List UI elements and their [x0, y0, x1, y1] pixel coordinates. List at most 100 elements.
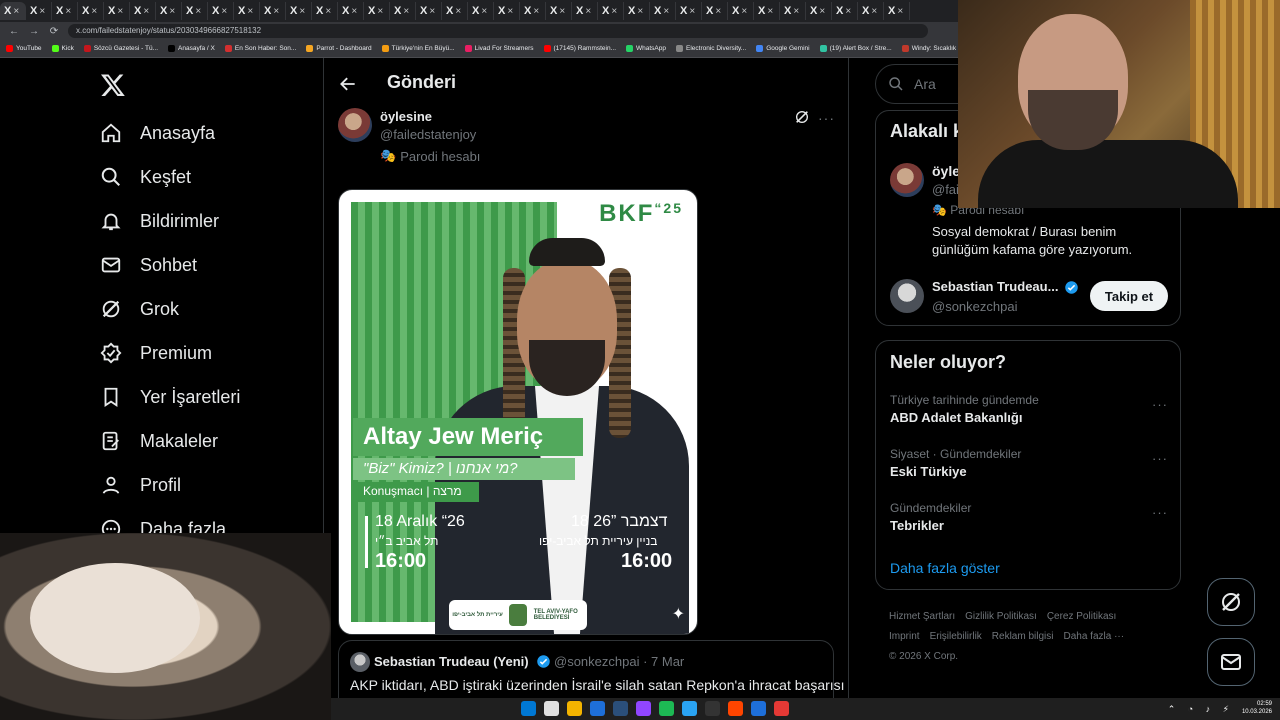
close-tab-icon[interactable]: × [247, 6, 253, 17]
close-tab-icon[interactable]: × [767, 6, 773, 17]
bookmark-item[interactable]: WhatsApp [626, 45, 666, 52]
browser-tab[interactable]: X × [546, 2, 572, 20]
author-name[interactable]: öylesine [380, 109, 432, 124]
footer-link[interactable]: Reklam bilgisi [992, 631, 1054, 642]
close-tab-icon[interactable]: × [819, 6, 825, 17]
follow-button[interactable]: Takip et [1090, 281, 1168, 311]
browser-tab[interactable]: X × [806, 2, 832, 20]
footer-link[interactable]: Imprint [889, 631, 920, 642]
related-avatar[interactable] [890, 163, 924, 197]
close-tab-icon[interactable]: × [143, 6, 149, 17]
more-options-icon[interactable]: ··· [1152, 505, 1168, 520]
taskbar-app-icon[interactable] [728, 701, 743, 716]
taskbar-app-icon[interactable] [705, 701, 720, 716]
browser-tab[interactable]: X × [130, 2, 156, 20]
back-arrow-icon[interactable] [338, 74, 358, 94]
quote-author-handle[interactable]: @sonkezchpai · 7 Mar [554, 654, 684, 669]
browser-tab[interactable]: X × [676, 2, 702, 20]
browser-tab[interactable]: X × [572, 2, 598, 20]
quoted-post[interactable]: Sebastian Trudeau (Yeni) @sonkezchpai · … [338, 640, 845, 698]
browser-tab[interactable]: X × [156, 2, 182, 20]
footer-link[interactable]: Gizlilik Politikası [965, 611, 1037, 622]
taskbar-app-icon[interactable] [590, 701, 605, 716]
browser-tab[interactable]: X × [260, 2, 286, 20]
close-tab-icon[interactable]: × [793, 6, 799, 17]
browser-tab[interactable]: X × [78, 2, 104, 20]
url-field[interactable]: x.com/failedstatenjoy/status/20303496668… [68, 24, 928, 38]
close-tab-icon[interactable]: × [845, 6, 851, 17]
close-tab-icon[interactable]: × [533, 6, 539, 17]
close-tab-icon[interactable]: × [377, 6, 383, 17]
taskbar-app-icon[interactable] [544, 701, 559, 716]
x-logo-icon[interactable] [100, 72, 126, 98]
taskbar-app-icon[interactable] [567, 701, 582, 716]
bookmark-item[interactable]: Parrot - Dashboard [306, 45, 372, 52]
close-tab-icon[interactable]: × [429, 6, 435, 17]
close-tab-icon[interactable]: × [221, 6, 227, 17]
more-options-icon[interactable]: ··· [1152, 397, 1168, 412]
nav-item-bell[interactable]: Bildirimler [100, 206, 219, 236]
close-tab-icon[interactable]: × [663, 6, 669, 17]
browser-tab[interactable]: X × [234, 2, 260, 20]
browser-tab[interactable]: X × [598, 2, 624, 20]
close-tab-icon[interactable]: × [689, 6, 695, 17]
taskbar-clock[interactable]: 02:59 10.03.2026 [1242, 700, 1272, 716]
browser-tab[interactable]: X × [520, 2, 546, 20]
nav-item-article[interactable]: Makaleler [100, 426, 218, 456]
back-nav-icon[interactable]: ← [8, 26, 20, 37]
browser-tab[interactable]: X × [364, 2, 390, 20]
browser-tab[interactable]: X × [754, 2, 780, 20]
browser-tab[interactable]: X × [650, 2, 676, 20]
close-tab-icon[interactable]: × [13, 6, 19, 17]
nav-item-premium[interactable]: Premium [100, 338, 212, 368]
system-tray-icons[interactable]: ⌃ ◔ ♪ ⚡ [1168, 704, 1234, 715]
bookmark-item[interactable]: En Son Haber: Son... [224, 45, 296, 52]
nav-item-search[interactable]: Keşfet [100, 162, 191, 192]
close-tab-icon[interactable]: × [481, 6, 487, 17]
browser-tab[interactable]: X × [208, 2, 234, 20]
bookmark-item[interactable]: Livad For Streamers [464, 45, 534, 52]
bookmark-item[interactable]: (17145) Rammstein... [543, 45, 616, 52]
nav-item-profile[interactable]: Profil [100, 470, 181, 500]
taskbar-app-icon[interactable] [659, 701, 674, 716]
close-tab-icon[interactable]: × [507, 6, 513, 17]
bookmark-item[interactable]: Anasayfa / X [168, 45, 215, 52]
nav-item-grok[interactable]: Grok [100, 294, 179, 324]
close-tab-icon[interactable]: × [741, 6, 747, 17]
footer-link[interactable]: Daha fazla ··· [1063, 631, 1124, 642]
grok-fab-button[interactable] [1207, 578, 1255, 626]
bookmark-item[interactable]: Windy: Sıcaklık [901, 45, 956, 52]
browser-tab[interactable]: X × [182, 2, 208, 20]
bookmark-item[interactable]: Google Gemini [756, 45, 810, 52]
close-tab-icon[interactable]: × [91, 6, 97, 17]
grok-icon[interactable] [794, 109, 810, 125]
browser-tab[interactable]: X × [416, 2, 442, 20]
close-tab-icon[interactable]: × [611, 6, 617, 17]
taskbar-app-icon[interactable] [751, 701, 766, 716]
bookmark-item[interactable]: (19) Alert Box / Stre... [819, 45, 892, 52]
related-name[interactable]: Sebastian Trudeau... [932, 279, 1058, 294]
close-tab-icon[interactable]: × [195, 6, 201, 17]
bookmark-item[interactable]: Electronic Diversity... [676, 45, 746, 52]
browser-tab[interactable]: X × [52, 2, 78, 20]
quote-author-name[interactable]: Sebastian Trudeau (Yeni) [374, 654, 529, 669]
close-tab-icon[interactable]: × [325, 6, 331, 17]
browser-tab[interactable]: X × [780, 2, 806, 20]
nav-item-home[interactable]: Anasayfa [100, 118, 215, 148]
close-tab-icon[interactable]: × [585, 6, 591, 17]
messages-fab-button[interactable] [1207, 638, 1255, 686]
taskbar-app-icon[interactable] [521, 701, 536, 716]
quote-author-avatar[interactable] [350, 652, 370, 672]
footer-link[interactable]: Erişilebilirlik [930, 631, 982, 642]
close-tab-icon[interactable]: × [403, 6, 409, 17]
browser-tab[interactable]: X × [0, 2, 26, 20]
close-tab-icon[interactable]: × [299, 6, 305, 17]
browser-tab[interactable]: X × [338, 2, 364, 20]
browser-tab[interactable]: X × [832, 2, 858, 20]
bookmark-item[interactable]: Kick [51, 45, 74, 52]
trend-item[interactable]: Siyaset · Gündemdekiler Eski Türkiye ··· [890, 447, 1170, 487]
browser-tab[interactable]: X × [728, 2, 754, 20]
related-avatar[interactable] [890, 279, 924, 313]
browser-tab[interactable]: X × [858, 2, 884, 20]
footer-link[interactable]: Çerez Politikası [1047, 611, 1116, 622]
